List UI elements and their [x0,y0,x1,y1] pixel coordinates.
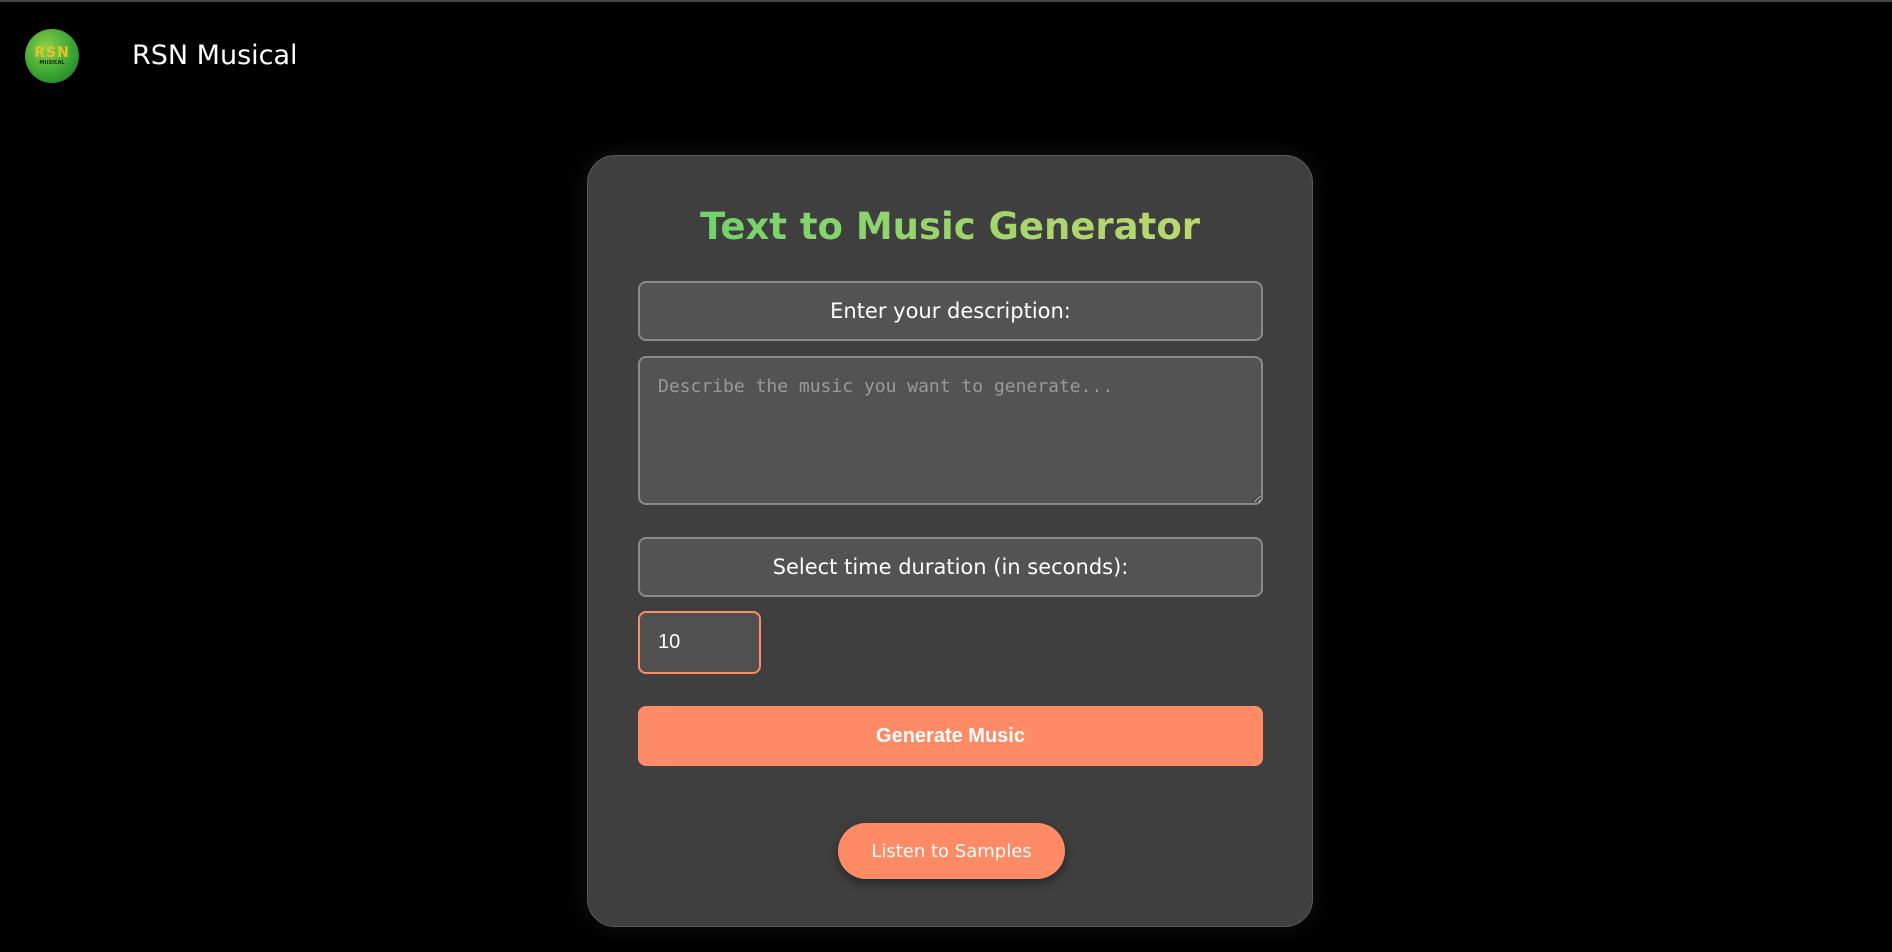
duration-label: Select time duration (in seconds): [638,537,1263,597]
generator-card: Text to Music Generator Enter your descr… [587,155,1313,927]
navbar: RSN MUSICAL RSN Musical [0,2,1892,112]
page-title: Text to Music Generator [588,202,1312,252]
description-textarea[interactable] [638,356,1263,505]
brand-name[interactable]: RSN Musical [132,38,298,74]
listen-to-samples-button[interactable]: Listen to Samples [838,823,1065,879]
duration-input[interactable] [638,611,761,674]
rsn-logo-icon[interactable]: RSN MUSICAL [25,29,79,83]
logo-main-text: RSN [34,45,70,61]
logo-sub-text: MUSICAL [39,60,65,66]
generate-music-button[interactable]: Generate Music [638,706,1263,766]
description-label: Enter your description: [638,281,1263,341]
